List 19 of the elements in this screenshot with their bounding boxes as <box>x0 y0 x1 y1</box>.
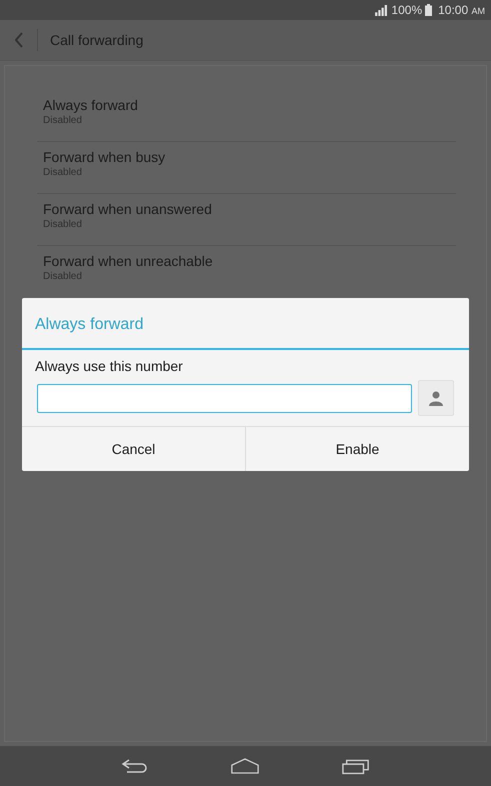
contacts-button[interactable] <box>418 380 454 416</box>
back-icon[interactable] <box>121 757 150 775</box>
dialog-button[interactable]: Enable <box>245 427 469 471</box>
battery-percent: 100% <box>391 3 422 17</box>
person-icon <box>428 390 444 406</box>
item-title: Forward when unanswered <box>43 200 213 218</box>
dialog-button[interactable]: Cancel <box>22 427 245 471</box>
item-title: Forward when unreachable <box>43 252 214 270</box>
recent-apps-icon[interactable] <box>342 757 370 775</box>
number-field[interactable] <box>37 384 412 412</box>
dialog-title: Always forward <box>22 298 469 350</box>
signal-icon <box>375 4 388 16</box>
clock: 10:00 AM <box>438 3 485 17</box>
item-title: Forward when busy <box>43 148 166 166</box>
field-label: Always use this number <box>35 358 184 374</box>
home-icon[interactable] <box>231 757 260 775</box>
screen-title: Call forwarding <box>50 32 144 48</box>
item-title: Always forward <box>43 96 139 114</box>
battery-icon <box>425 4 432 16</box>
